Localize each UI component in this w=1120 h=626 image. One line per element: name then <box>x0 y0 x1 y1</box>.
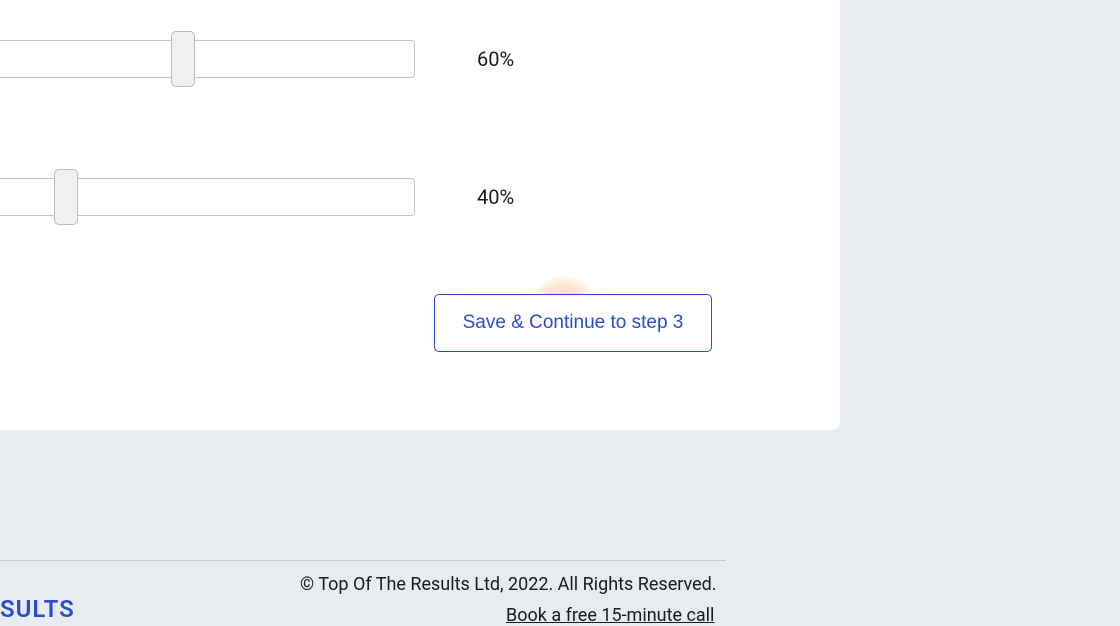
copyright-text: © Top Of The Results Ltd, 2022. All Righ… <box>300 574 717 595</box>
slider-row-1: 60% <box>0 40 514 78</box>
slider-1-thumb[interactable] <box>171 31 195 87</box>
slider-2[interactable] <box>0 178 415 216</box>
save-continue-button[interactable]: Save & Continue to step 3 <box>434 294 712 352</box>
slider-1[interactable] <box>0 40 415 78</box>
footer-divider <box>0 560 726 561</box>
book-call-link[interactable]: Book a free 15-minute call <box>506 605 714 626</box>
slider-2-thumb[interactable] <box>54 169 78 225</box>
slider-1-value: 60% <box>477 47 514 71</box>
form-card: 60% 40% Save & Continue to step 3 <box>0 0 840 430</box>
slider-row-2: 40% <box>0 178 514 216</box>
logo-fragment: SULTS <box>0 595 75 623</box>
slider-2-value: 40% <box>477 185 514 209</box>
